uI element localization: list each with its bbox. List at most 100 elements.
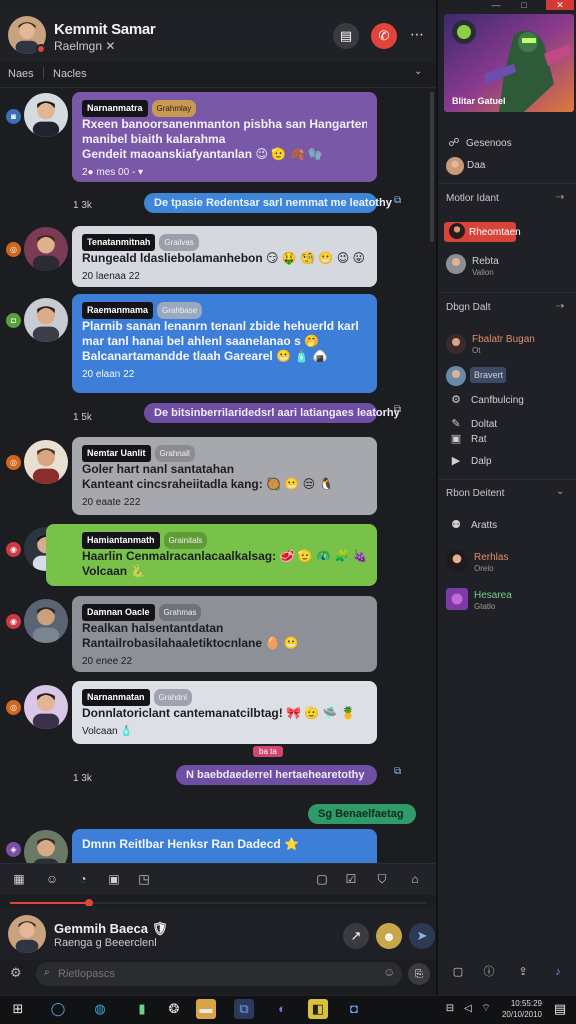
chat-app-icon[interactable]: ❂ — [164, 999, 184, 1019]
panel-item[interactable]: Hesarea — [474, 590, 512, 601]
thread-icon[interactable]: ⧉ — [394, 195, 401, 206]
reaction-side-icon[interactable]: ◎ — [6, 455, 21, 470]
panel-item[interactable]: Rerhlas — [474, 552, 508, 563]
sender-name[interactable]: Damnan Oacle — [82, 604, 155, 621]
notification-icon[interactable]: ▤ — [550, 999, 570, 1019]
browser-icon[interactable]: ◐ — [272, 999, 292, 1019]
folder-icon[interactable]: ▬ — [196, 999, 216, 1019]
tab-first[interactable]: Naes — [8, 68, 34, 80]
reaction-side-icon[interactable]: ◉ — [6, 542, 21, 557]
message-bubble[interactable]: Narnanmatra Grahmlay Rxeen banoorsanenman… — [72, 92, 377, 182]
panel-item[interactable]: Dalp — [471, 456, 492, 467]
mic-icon[interactable]: ♪ — [551, 965, 565, 979]
expand-icon[interactable]: ⇢ — [556, 192, 564, 203]
close-window-button[interactable]: ✕ — [546, 0, 574, 10]
settings-icon[interactable]: ⚙ — [10, 965, 22, 981]
more-options-icon[interactable]: ⋯ — [410, 26, 424, 43]
emoji-button[interactable]: ☻ — [376, 923, 402, 949]
system-message-pill[interactable]: De tpasie Redentsar sarl nemmat me leato… — [144, 193, 392, 213]
reaction-side-icon[interactable]: ◘ — [6, 313, 21, 328]
pin-button[interactable]: ▤ — [333, 23, 359, 49]
system-message-pill[interactable]: De bitsinberrilaridedsrl aari latiangaes… — [144, 403, 400, 423]
reaction-side-icon[interactable]: ◉ — [6, 614, 21, 629]
message-bubble[interactable]: Narnanmatan Grahdnl Donnlatoriclant cante… — [72, 681, 377, 744]
sticker-icon[interactable]: ◳ — [137, 872, 151, 886]
panel-item[interactable]: Rat — [471, 434, 487, 445]
wifi-icon[interactable]: ⌔ — [476, 999, 496, 1019]
panel-item[interactable]: Rebta — [472, 256, 499, 267]
message-avatar[interactable] — [24, 685, 68, 729]
sender-name[interactable]: Hamiantanmath — [82, 532, 160, 549]
message-text: Gendeit maoanskiafyantanlan 😉 🫡 🍂 🧤 — [82, 147, 323, 161]
store-icon[interactable]: ⧉ — [234, 999, 254, 1019]
grid-icon[interactable]: ▦ — [12, 872, 26, 886]
calendar-icon[interactable]: ▢ — [451, 965, 465, 979]
calendar-icon[interactable]: ▢ — [315, 872, 329, 886]
panel-item[interactable]: Doltat — [471, 419, 497, 430]
minimize-button[interactable]: — — [482, 0, 510, 10]
thread-icon[interactable]: ⧉ — [394, 766, 401, 777]
info-icon[interactable]: ⓘ — [482, 965, 496, 979]
chevron-down-icon[interactable]: ⌄ — [556, 486, 564, 497]
check-icon[interactable]: ☑ — [344, 872, 358, 886]
maximize-button[interactable]: □ — [510, 0, 538, 10]
scrollbar[interactable] — [430, 92, 434, 242]
message-avatar[interactable] — [24, 227, 68, 271]
reaction-side-icon[interactable]: ◙ — [6, 109, 21, 124]
shield-icon[interactable]: ⛉ — [375, 872, 389, 886]
call-button[interactable]: ✆ — [371, 23, 397, 49]
sender-name[interactable]: Raemanmama — [82, 302, 154, 319]
message-avatar[interactable] — [24, 93, 68, 137]
panel-item[interactable]: Daa — [467, 160, 485, 171]
message-bubble[interactable]: Hamiantanmath Grainitals Haarlin Cenmalra… — [46, 524, 377, 586]
panel-item[interactable]: Fbalatr Bugan — [472, 334, 535, 345]
sender-name[interactable]: Nemtar Uanlit — [82, 445, 151, 462]
message-text: Donnlatoriclant cantemanatcilbtag! 🎀 🫡 🛸… — [82, 706, 356, 720]
gif-icon[interactable]: ◔ — [76, 872, 90, 886]
sender-name[interactable]: Narnanmatan — [82, 689, 150, 706]
notes-icon[interactable]: ◧ — [308, 999, 328, 1019]
message-avatar[interactable] — [24, 599, 68, 643]
message-avatar[interactable] — [24, 298, 68, 342]
panel-item[interactable]: Bravert — [474, 370, 503, 380]
send-button[interactable]: ➤ — [409, 923, 435, 949]
panel-item[interactable]: Canfbulcing — [471, 395, 524, 406]
sender-name[interactable]: Tenatanmitnah — [82, 234, 156, 251]
message-bubble[interactable]: Nemtar Uanlit Grahnall Goler hart nanl sa… — [72, 437, 377, 515]
message-bubble[interactable]: Damnan Oacle Grahmas Realkan halsentantda… — [72, 596, 377, 672]
search-icon[interactable]: ◯ — [48, 999, 68, 1019]
smile-icon[interactable]: ☺ — [45, 872, 59, 886]
message-bubble[interactable]: Tenatanmitnah Grailvas Rungeald ldasliebo… — [72, 226, 377, 287]
share-icon[interactable]: ⇪ — [516, 965, 530, 979]
reaction-side-icon[interactable]: ◎ — [6, 700, 21, 715]
clock[interactable]: 10:55:29 20/10/2010 — [500, 998, 542, 1020]
message-input[interactable] — [36, 962, 402, 986]
expand-icon[interactable]: ⇢ — [556, 301, 564, 312]
attach-button[interactable]: ⎘ — [408, 963, 430, 985]
sender-name[interactable]: Narnanmatra — [82, 100, 148, 117]
tab-second[interactable]: Nacles — [53, 68, 87, 80]
composer-avatar[interactable] — [8, 915, 46, 953]
reaction-side-icon[interactable]: ◈ — [6, 842, 21, 857]
discord-icon[interactable]: ◘ — [344, 999, 364, 1019]
start-icon[interactable]: ⊞ — [8, 999, 28, 1019]
message-bubble[interactable]: Raemanmama Grahbase Plarnib sanan lenanrn… — [72, 294, 377, 393]
volume-icon[interactable]: ◁ — [458, 999, 478, 1019]
system-message-pill[interactable]: N baebdaederrel hertaehearetothy — [176, 765, 377, 785]
app-icon[interactable]: ▮ — [132, 999, 152, 1019]
chevron-down-icon[interactable]: ⌄ — [414, 66, 422, 77]
panel-item[interactable]: Gesenoos — [466, 138, 512, 149]
network-icon[interactable]: ⊟ — [440, 999, 460, 1019]
edit-button[interactable]: ↗ — [343, 923, 369, 949]
own-message-pill[interactable]: Sg Benaelfaetag — [308, 804, 416, 824]
image-icon[interactable]: ▣ — [107, 872, 121, 886]
thread-tag[interactable]: ba ta — [253, 746, 283, 757]
home-icon[interactable]: ⌂ — [408, 872, 422, 886]
edge-icon[interactable]: ◍ — [90, 999, 110, 1019]
message-bubble[interactable]: Dmnn Reitlbar Henksr Ran Dadecd ⭐ — [72, 829, 377, 863]
panel-item[interactable]: Aratts — [471, 520, 497, 531]
thread-icon[interactable]: ⧉ — [394, 404, 401, 415]
message-avatar[interactable] — [24, 440, 68, 484]
reaction-side-icon[interactable]: ◎ — [6, 242, 21, 257]
emoji-picker-icon[interactable]: ☺ — [383, 965, 395, 979]
